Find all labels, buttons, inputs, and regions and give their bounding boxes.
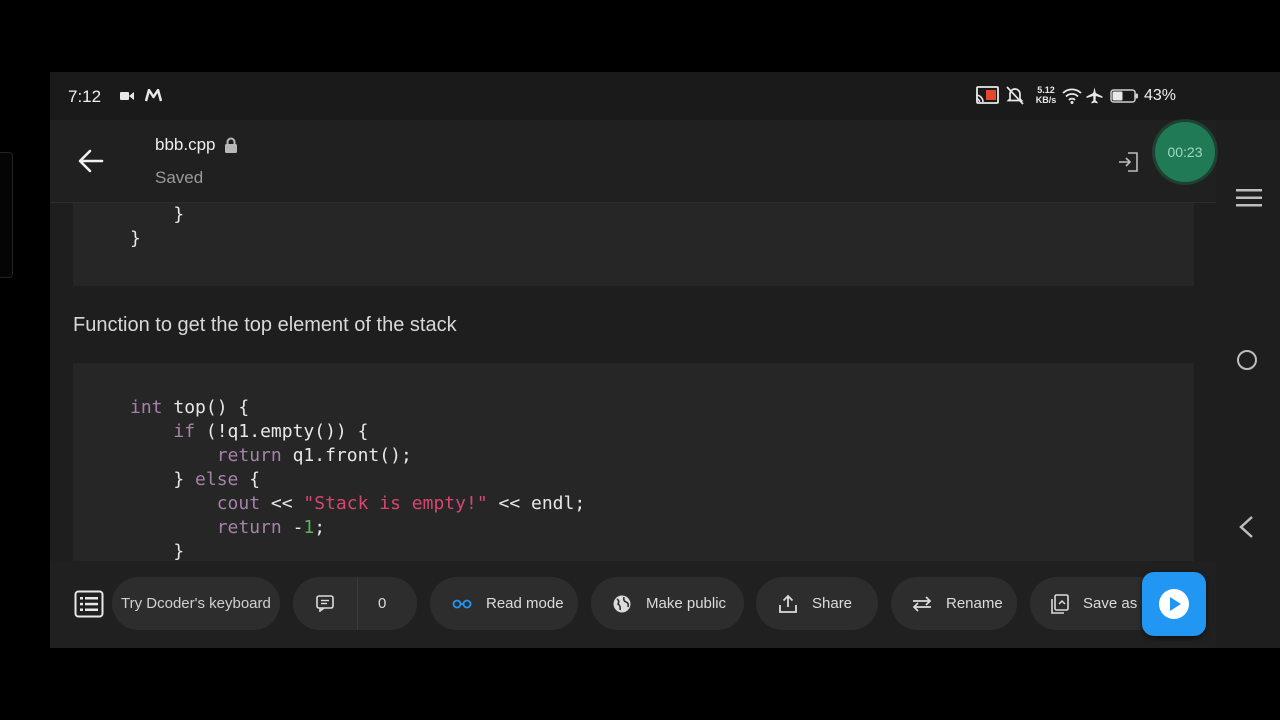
- code-token: q1.front();: [281, 445, 412, 466]
- save-status: Saved: [155, 168, 204, 187]
- home-icon[interactable]: [1237, 350, 1257, 370]
- keyboard-list-icon[interactable]: [74, 590, 104, 618]
- share-button[interactable]: Share: [756, 577, 878, 630]
- swap-arrows-icon: [912, 595, 932, 612]
- rename-button[interactable]: Rename: [891, 577, 1017, 630]
- save-as-label: Save as: [1083, 595, 1138, 612]
- code-keyword: return: [216, 445, 282, 466]
- back-button[interactable]: [72, 142, 110, 180]
- code-token: (!q1.empty()) {: [195, 421, 369, 442]
- comments-button[interactable]: 0: [293, 577, 417, 630]
- comments-count: 0: [378, 595, 387, 612]
- code-token: }: [130, 469, 196, 490]
- code-token: }: [130, 541, 185, 562]
- glasses-icon: [452, 599, 472, 609]
- read-mode-label: Read mode: [486, 595, 564, 612]
- file-name: bbb.cpp: [155, 135, 216, 154]
- app-bar: bbb.cpp Saved: [50, 120, 1216, 203]
- system-nav-bar: [1216, 120, 1280, 648]
- battery-percent: 43%: [1144, 87, 1177, 104]
- network-speed-value: 5.12: [1037, 85, 1055, 95]
- code-token: {: [238, 469, 261, 490]
- video-camera-icon: [120, 92, 134, 100]
- arrow-left-icon: [78, 149, 104, 173]
- read-mode-button[interactable]: Read mode: [430, 577, 578, 630]
- code-token: << endl;: [487, 493, 586, 514]
- try-keyboard-label: Try Dcoder's keyboard: [121, 595, 271, 612]
- code-keyword: else: [195, 469, 239, 490]
- code-keyword: cout: [216, 493, 261, 514]
- rename-label: Rename: [946, 595, 1003, 612]
- make-public-button[interactable]: Make public: [591, 577, 744, 630]
- bottom-toolbar: Try Dcoder's keyboard 0 Read mode Make p…: [50, 561, 1216, 648]
- share-label: Share: [812, 595, 853, 612]
- m-app-icon: [145, 89, 162, 102]
- make-public-label: Make public: [646, 595, 727, 612]
- run-button[interactable]: [1142, 572, 1206, 636]
- code-number: 1: [303, 517, 315, 538]
- comment-icon: [293, 577, 358, 630]
- code-block[interactable]: } }: [73, 203, 1194, 286]
- mute-bell-icon: [1006, 86, 1024, 105]
- code-token: ;: [314, 517, 326, 538]
- wifi-icon: [1062, 88, 1082, 104]
- recent-apps-icon[interactable]: [1236, 188, 1262, 208]
- exit-fullscreen-icon[interactable]: [1116, 150, 1140, 174]
- network-speed-unit: KB/s: [1035, 95, 1057, 105]
- code-line: }: [130, 228, 141, 249]
- code-token: top() {: [162, 397, 250, 418]
- code-keyword: int: [130, 397, 163, 418]
- battery-icon: [1110, 89, 1138, 103]
- code-string: "Stack is empty!": [303, 493, 488, 514]
- file-title: bbb.cpp: [155, 135, 238, 155]
- share-upload-icon: [778, 594, 798, 614]
- timer-text: 00:23: [1167, 144, 1203, 160]
- system-back-icon[interactable]: [1238, 515, 1254, 539]
- device-edge: [0, 152, 13, 278]
- app-screen: 7:12 5.12 KB/s 43% bbb.cpp Saved}} Fun…: [50, 72, 1280, 648]
- globe-icon: [612, 594, 632, 614]
- status-bar: 7:12 5.12 KB/s 43%: [50, 72, 1280, 120]
- try-keyboard-button[interactable]: Try Dcoder's keyboard: [112, 577, 280, 630]
- recording-timer[interactable]: 00:23: [1155, 122, 1215, 182]
- code-text: } }: [130, 203, 184, 251]
- play-icon: [1159, 589, 1189, 619]
- airplane-mode-icon: [1086, 87, 1103, 104]
- save-as-icon: [1051, 593, 1069, 614]
- code-keyword: return: [216, 517, 282, 538]
- network-speed: 5.12 KB/s: [1033, 85, 1059, 105]
- code-text: int top() { if (!q1.empty()) { return q1…: [130, 396, 585, 564]
- code-token: -: [281, 517, 304, 538]
- code-keyword: if: [173, 421, 196, 442]
- lock-icon: [224, 137, 237, 153]
- code-token: <<: [260, 493, 304, 514]
- code-line: }: [130, 204, 185, 225]
- cast-icon: [975, 86, 999, 104]
- paragraph-text: Function to get the top element of the s…: [73, 314, 457, 336]
- status-time: 7:12: [68, 87, 102, 106]
